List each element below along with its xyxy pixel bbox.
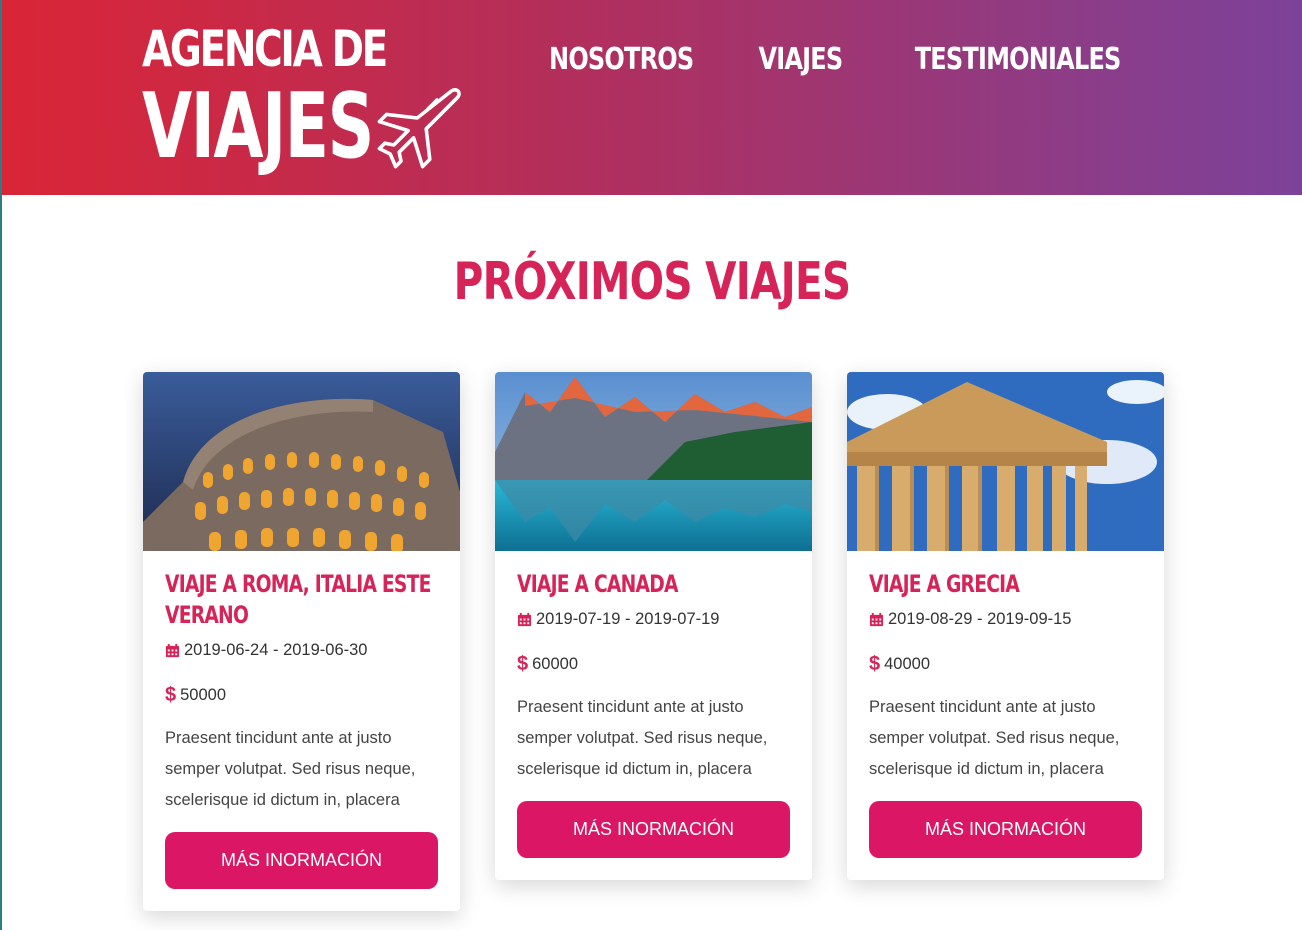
trip-price: $ 60000: [517, 654, 790, 674]
calendar-icon: [517, 612, 532, 627]
trip-card-body: VIAJE A ROMA, ITALIA ESTE VERANO 2019-06…: [143, 551, 460, 889]
logo-text-viajes: VIAJES: [142, 74, 374, 179]
logo-text-agencia: AGENCIA DE: [142, 20, 388, 78]
trip-dates-text: 2019-08-29 - 2019-09-15: [888, 610, 1072, 628]
site-logo[interactable]: AGENCIA DE VIAJES: [142, 18, 461, 172]
trip-card-roma: VIAJE A ROMA, ITALIA ESTE VERANO 2019-06…: [143, 372, 460, 911]
nav-link-nosotros[interactable]: NOSOTROS: [550, 40, 695, 80]
trip-description: Praesent tincidunt ante at justo semper …: [869, 698, 1120, 778]
main-nav: NOSOTROS VIAJES TESTIMONIALES: [531, 40, 1146, 80]
trip-dates: 2019-07-19 - 2019-07-19: [517, 610, 790, 629]
dollar-icon: $: [869, 653, 881, 675]
more-info-button[interactable]: MÁS INORMACIÓN: [517, 801, 790, 858]
more-info-button[interactable]: MÁS INORMACIÓN: [165, 832, 438, 889]
trip-card-grecia: VIAJE A GRECIA 2019-08-29 - 2019-09-15 $…: [847, 372, 1164, 880]
trip-description: Praesent tincidunt ante at justo semper …: [165, 729, 416, 809]
trip-price-value: 40000: [884, 654, 931, 673]
nav-link-testimoniales[interactable]: TESTIMONIALES: [914, 40, 1121, 80]
trip-dates: 2019-06-24 - 2019-06-30: [165, 641, 438, 660]
dollar-icon: $: [517, 653, 529, 675]
trip-price: $ 50000: [165, 685, 438, 705]
trip-price-value: 60000: [532, 654, 579, 673]
trip-title: VIAJE A GRECIA: [869, 570, 1020, 598]
trip-title: VIAJE A ROMA, ITALIA ESTE VERANO: [165, 570, 431, 629]
trip-dates: 2019-08-29 - 2019-09-15: [869, 610, 1142, 629]
dollar-icon: $: [165, 684, 177, 706]
trip-description: Praesent tincidunt ante at justo semper …: [517, 698, 768, 778]
trip-image-colosseum: [143, 372, 460, 551]
more-info-button[interactable]: MÁS INORMACIÓN: [869, 801, 1142, 858]
trip-image-lake-mountains: [495, 372, 812, 551]
trip-dates-text: 2019-07-19 - 2019-07-19: [536, 610, 720, 628]
site-header: AGENCIA DE VIAJES NOSOTROS VIAJES TESTIM…: [2, 0, 1302, 195]
trip-card-canada: VIAJE A CANADA 2019-07-19 - 2019-07-19 $…: [495, 372, 812, 880]
trip-card-body: VIAJE A GRECIA 2019-08-29 - 2019-09-15 $…: [847, 551, 1164, 858]
trip-price: $ 40000: [869, 654, 1142, 674]
trip-title: VIAJE A CANADA: [517, 570, 678, 598]
trip-dates-text: 2019-06-24 - 2019-06-30: [184, 641, 368, 659]
calendar-icon: [165, 643, 180, 658]
trip-image-parthenon: [847, 372, 1164, 551]
trip-card-body: VIAJE A CANADA 2019-07-19 - 2019-07-19 $…: [495, 551, 812, 858]
plane-icon: [377, 88, 461, 169]
section-title: PRÓXIMOS VIAJES: [453, 252, 851, 312]
trip-price-value: 50000: [180, 685, 227, 704]
nav-link-viajes[interactable]: VIAJES: [758, 40, 843, 80]
calendar-icon: [869, 612, 884, 627]
